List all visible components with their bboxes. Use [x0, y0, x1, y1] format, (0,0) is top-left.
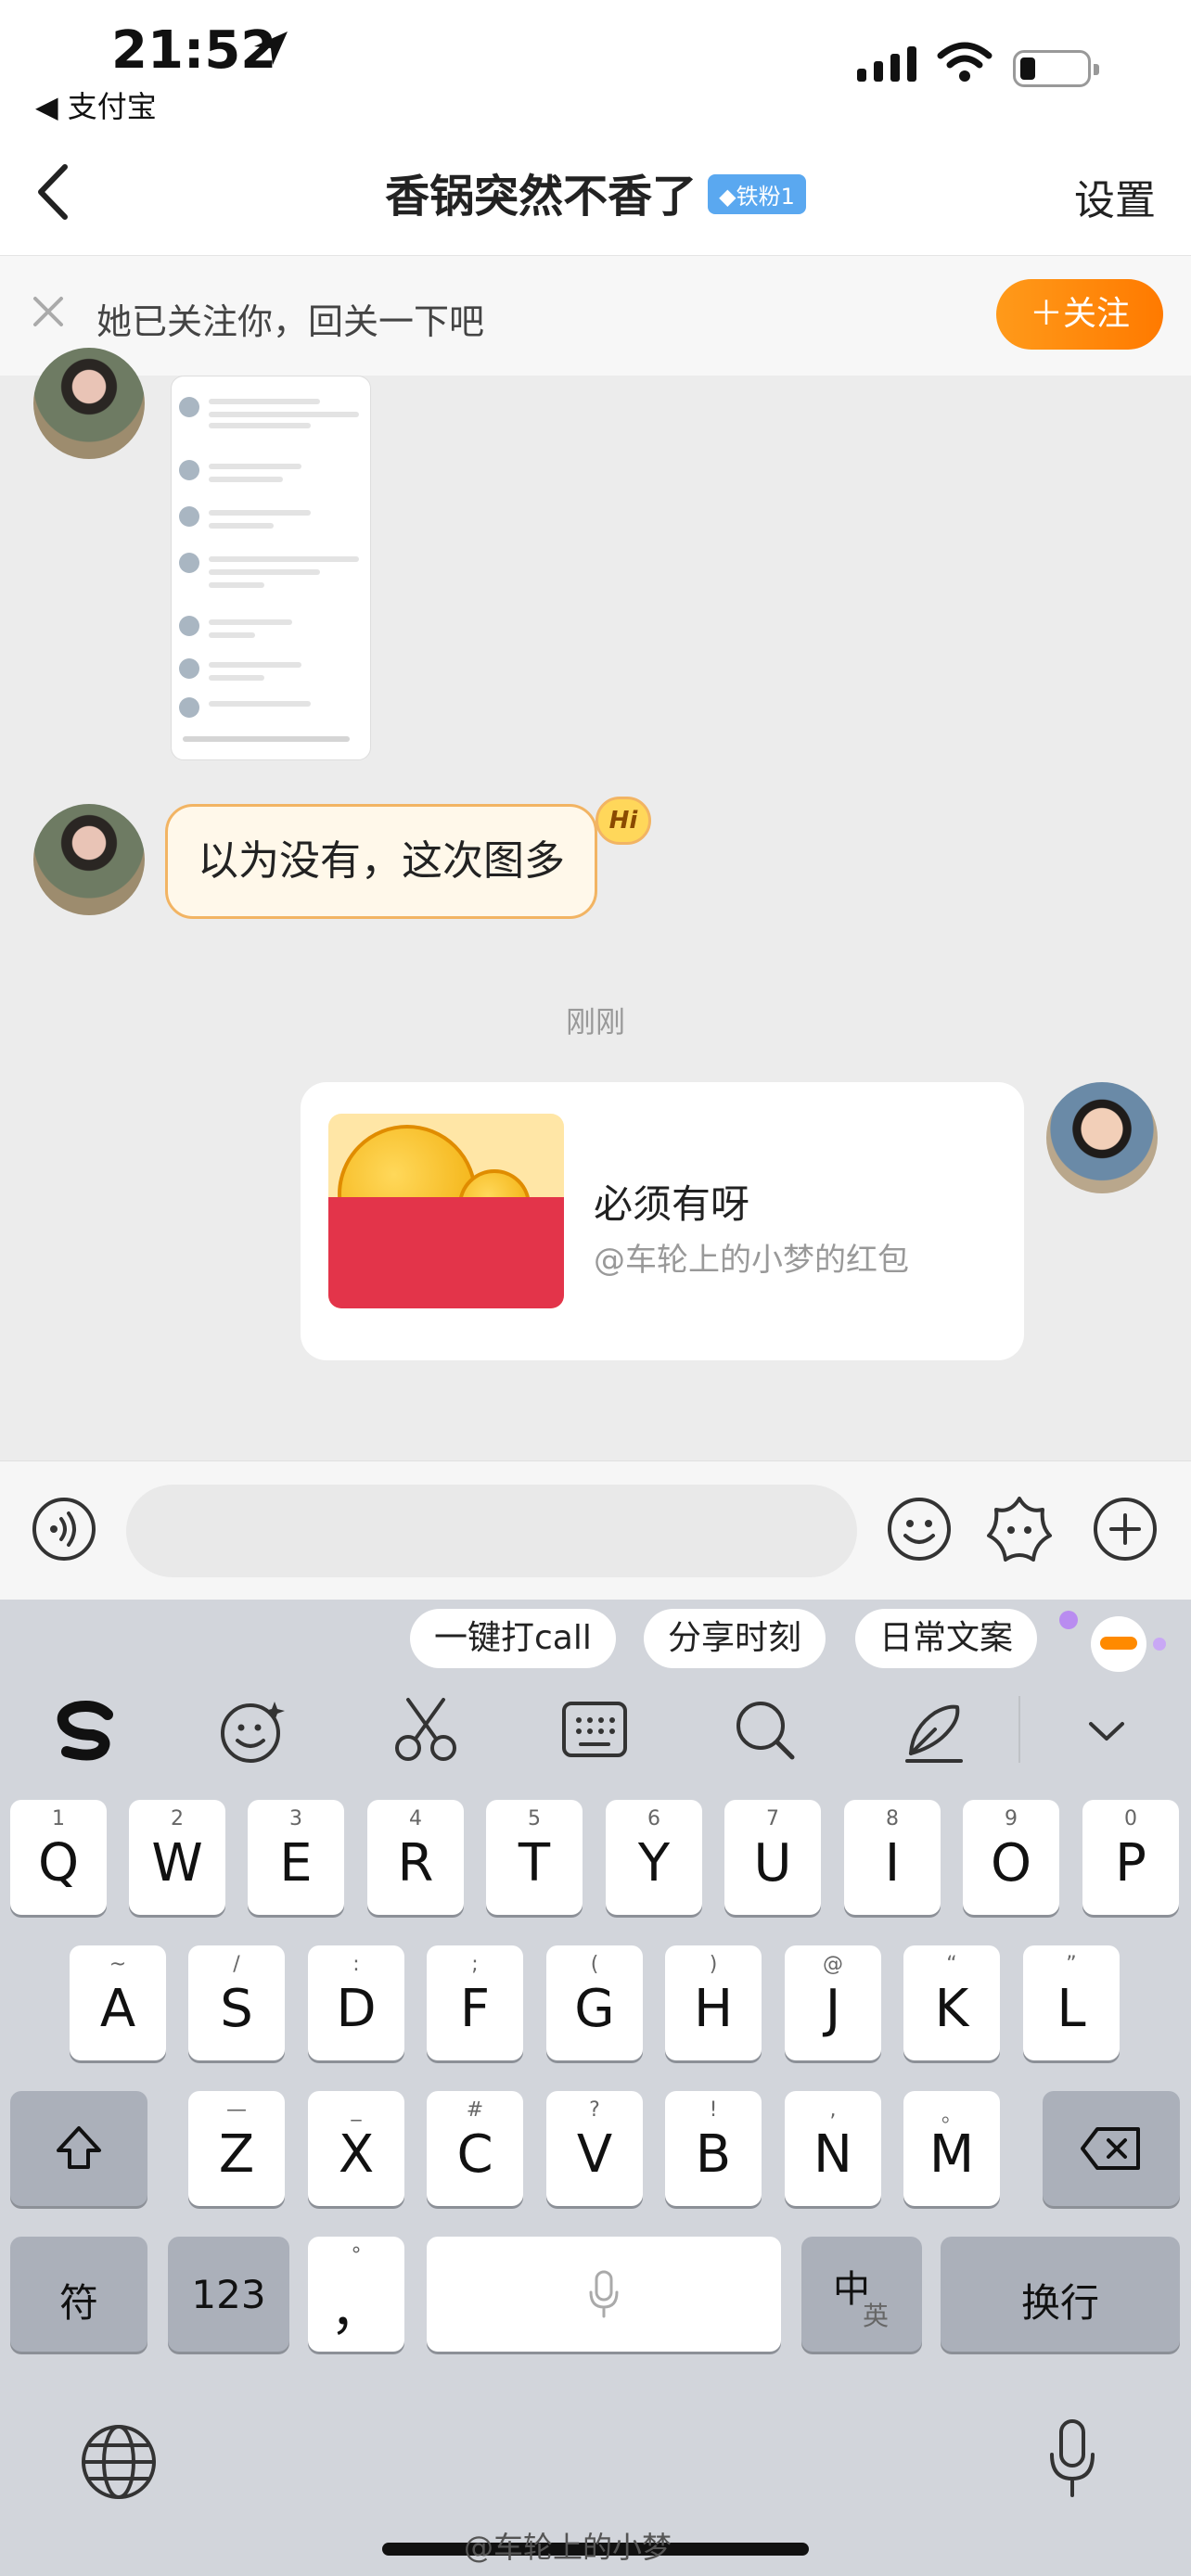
key-w[interactable]: 2W — [129, 1800, 225, 1915]
delete-key[interactable] — [1043, 2091, 1180, 2206]
pen-icon[interactable] — [898, 1694, 970, 1766]
image-message[interactable] — [171, 376, 371, 760]
suggestion-chip[interactable]: 日常文案 — [855, 1609, 1038, 1668]
key-j[interactable]: @ J — [785, 1945, 881, 2060]
close-icon[interactable] — [28, 291, 69, 332]
red-packet-subtitle: @车轮上的小梦的红包 — [594, 1242, 909, 1279]
shift-icon — [57, 2126, 101, 2169]
fan-level-badge: ◆铁粉1 — [708, 173, 806, 214]
follow-prompt-text: 她已关注你，回关一下吧 — [96, 301, 485, 342]
back-to-app-link[interactable]: ◀ 支付宝 — [35, 83, 157, 126]
key-l[interactable]: ” L — [1023, 1945, 1120, 2060]
scissors-icon[interactable] — [390, 1694, 462, 1766]
keyboard: 一键打call 分享时刻 日常文案 1 Q 2 W 3 E 4 R 5 T 6 … — [0, 1600, 1191, 2576]
key-v[interactable]: ? V — [546, 2091, 643, 2206]
space-key[interactable] — [427, 2237, 781, 2352]
key-f[interactable]: ; F — [427, 1945, 523, 2060]
key-d[interactable]: :D — [308, 1945, 404, 2060]
numbers-key[interactable]: 123 — [168, 2237, 289, 2352]
red-packet-title: 必须有呀 — [594, 1181, 750, 1227]
toolbar-divider — [1018, 1696, 1020, 1763]
avatar[interactable] — [1046, 1082, 1158, 1193]
key-u[interactable]: 7U — [724, 1800, 821, 1915]
key-b[interactable]: ! B — [665, 2091, 762, 2206]
battery-icon — [1013, 50, 1099, 87]
key-i[interactable]: 8I — [844, 1800, 941, 1915]
key-o[interactable]: 9O — [963, 1800, 1059, 1915]
dictation-mic-icon[interactable] — [1044, 2417, 1100, 2501]
keyboard-toolbar — [0, 1683, 1191, 1776]
hi-bubble-badge: Hi — [596, 797, 651, 845]
chat-title: 香锅突然不香了 ◆铁粉1 — [0, 159, 1191, 224]
message-timestamp: 刚刚 — [565, 1004, 625, 1039]
key-n[interactable]: ,N — [785, 2091, 881, 2206]
suggestion-chip[interactable]: 分享时刻 — [644, 1609, 826, 1668]
red-packet-message[interactable]: 必须有呀 @车轮上的小梦的红包 — [301, 1082, 1024, 1360]
key-r[interactable]: 4R — [367, 1800, 464, 1915]
search-icon[interactable] — [729, 1694, 801, 1766]
language-switch-key[interactable]: 中 英 — [801, 2237, 922, 2352]
status-bar: 21:52 ◀ 支付宝 — [0, 0, 1191, 139]
key-g[interactable]: (G — [546, 1945, 643, 2060]
message-input[interactable] — [126, 1485, 857, 1577]
location-arrow-icon — [254, 32, 288, 65]
avatar[interactable] — [33, 804, 145, 915]
enter-key[interactable]: 换行 — [941, 2237, 1180, 2352]
key-k[interactable]: “K — [903, 1945, 1000, 2060]
chevron-down-icon[interactable] — [1070, 1694, 1143, 1766]
delete-icon — [1081, 2127, 1140, 2170]
keyboard-icon[interactable] — [558, 1694, 631, 1766]
sticker-icon[interactable] — [985, 1495, 1054, 1563]
red-packet-icon — [328, 1114, 564, 1308]
screen: 21:52 ◀ 支付宝 香锅突然不香了 ◆铁粉1 设置 她已关注你，回关一下吧 … — [0, 0, 1191, 2576]
shift-key[interactable] — [10, 2091, 147, 2206]
key-z[interactable]: — Z — [188, 2091, 285, 2206]
voice-icon[interactable] — [32, 1497, 96, 1562]
key-t[interactable]: 5T — [486, 1800, 583, 1915]
key-p[interactable]: 0P — [1082, 1800, 1179, 1915]
symbols-key[interactable]: 符 — [10, 2237, 147, 2352]
watermark: @车轮上的小梦 — [464, 2530, 672, 2565]
message-list[interactable]: 以为没有，这次图多 Hi 刚刚 必须有呀 @车轮上的小梦的红包 — [0, 348, 1191, 1460]
key-e[interactable]: 3E — [248, 1800, 344, 1915]
emoji-icon[interactable] — [887, 1497, 952, 1562]
composer — [0, 1460, 1191, 1600]
wifi-icon — [937, 42, 992, 82]
key-m[interactable]: 。 M — [903, 2091, 1000, 2206]
avatar[interactable] — [33, 348, 145, 459]
settings-button[interactable]: 设置 — [1074, 167, 1156, 226]
chat-header: 香锅突然不香了 ◆铁粉1 设置 — [0, 139, 1191, 255]
mic-icon — [589, 2270, 619, 2318]
contact-name: 香锅突然不香了 — [385, 171, 698, 223]
key-y[interactable]: 6Y — [606, 1800, 702, 1915]
key-q[interactable]: 1Q — [10, 1800, 107, 1915]
punctuation-key[interactable]: °， — [308, 2237, 404, 2352]
key-c[interactable]: # C — [427, 2091, 523, 2206]
key-a[interactable]: ~ A — [70, 1945, 166, 2060]
smile-sparkle-icon[interactable] — [217, 1694, 289, 1766]
key-s[interactable]: / S — [188, 1945, 285, 2060]
plus-icon[interactable] — [1093, 1497, 1158, 1562]
suggestion-chip[interactable]: 一键打call — [410, 1609, 616, 1668]
message-bubble[interactable]: 以为没有，这次图多 — [165, 804, 597, 919]
key-h[interactable]: ) H — [665, 1945, 762, 2060]
follow-button[interactable]: ＋关注 — [996, 279, 1163, 350]
follow-back-banner: 她已关注你，回关一下吧 ＋关注 — [0, 255, 1191, 376]
sogou-logo-icon[interactable] — [48, 1694, 121, 1766]
globe-icon[interactable] — [80, 2423, 158, 2501]
key-x[interactable]: _ X — [308, 2091, 404, 2206]
keyboard-mascot-icon[interactable] — [1057, 1601, 1169, 1676]
signal-icon — [857, 46, 916, 82]
